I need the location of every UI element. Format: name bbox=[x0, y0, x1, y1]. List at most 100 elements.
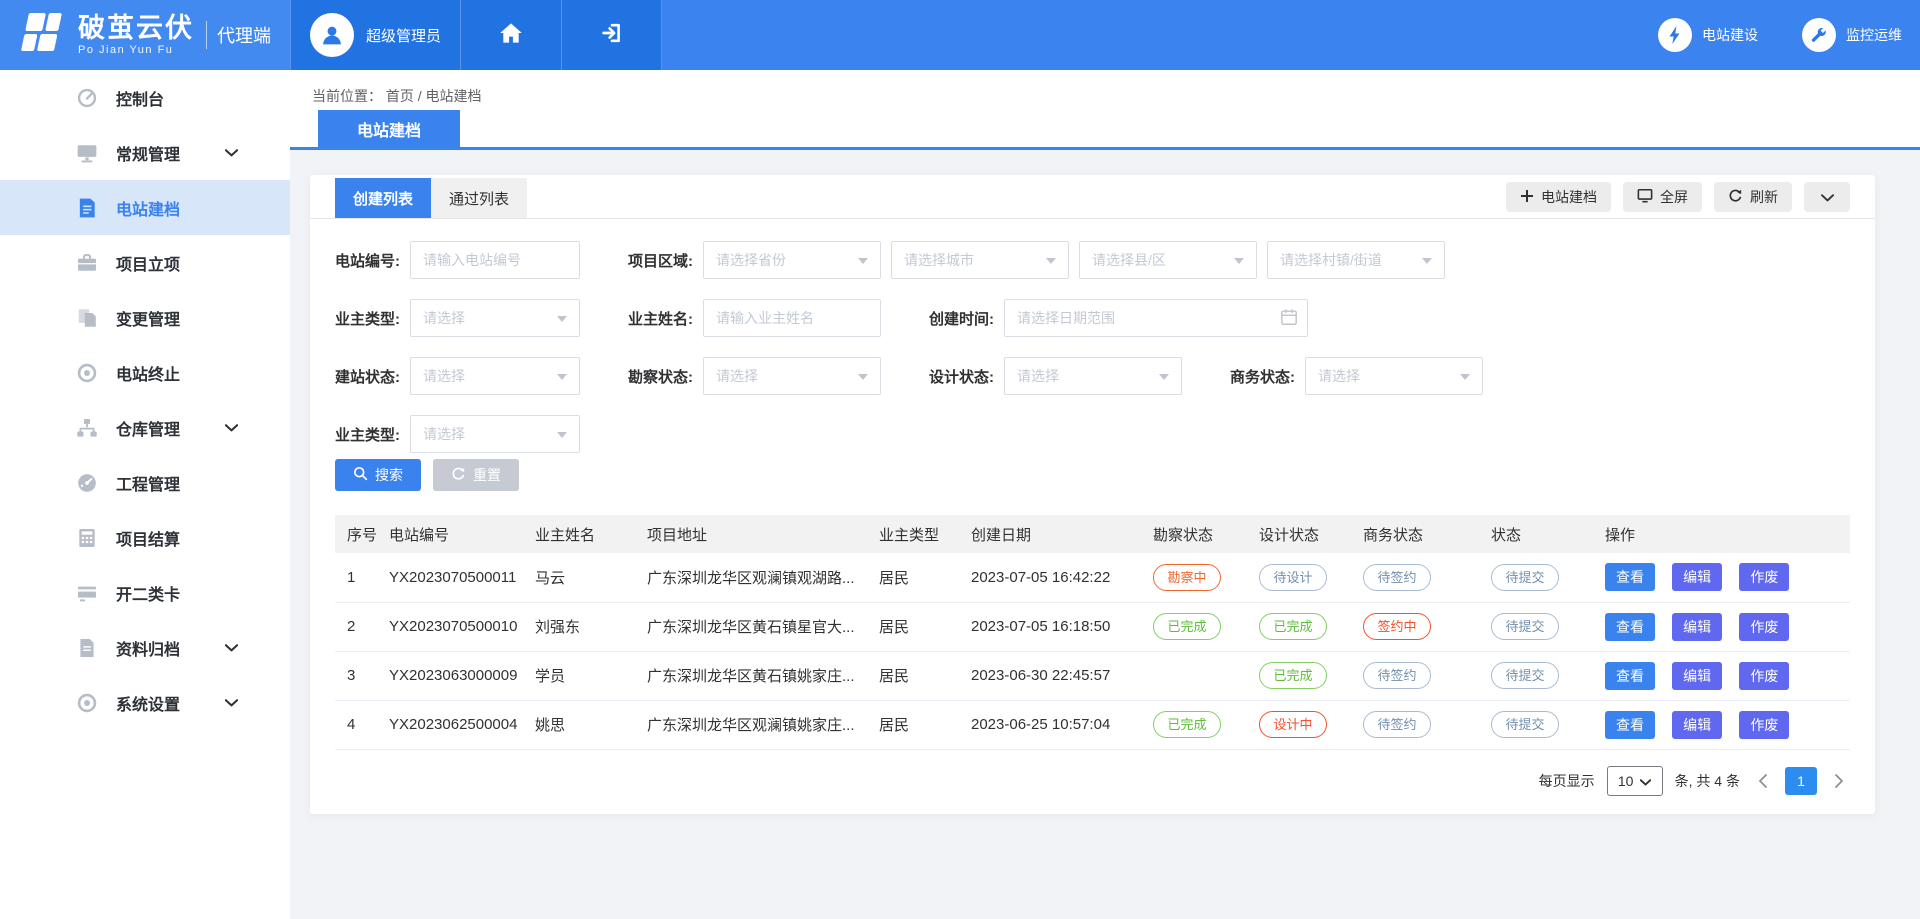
view-button[interactable]: 查看 bbox=[1605, 613, 1655, 641]
business-status-label: 商务状态: bbox=[1230, 366, 1295, 387]
caret-down-icon bbox=[1234, 251, 1244, 269]
sidebar-item-change-mgmt[interactable]: 变更管理 bbox=[0, 290, 290, 345]
caret-down-icon bbox=[858, 367, 868, 385]
sidebar-item-project-settlement[interactable]: 项目结算 bbox=[0, 510, 290, 565]
chevron-down-icon bbox=[225, 149, 238, 157]
sidebar-item-label: 电站建档 bbox=[116, 196, 180, 220]
page-tab-station-archive[interactable]: 电站建档 bbox=[318, 110, 460, 147]
dashboard-icon bbox=[74, 87, 100, 109]
caret-down-icon bbox=[1422, 251, 1432, 269]
col-address: 项目地址 bbox=[635, 515, 867, 553]
col-station-no: 电站编号 bbox=[377, 515, 523, 553]
col-status: 状态 bbox=[1479, 515, 1593, 553]
design-status-badge: 已完成 bbox=[1259, 662, 1327, 689]
toolbar-expand-button[interactable] bbox=[1804, 182, 1850, 212]
caret-down-icon bbox=[557, 367, 567, 385]
settings-icon bbox=[74, 692, 100, 714]
view-button[interactable]: 查看 bbox=[1605, 711, 1655, 739]
nav-monitor-ops[interactable]: 监控运维 bbox=[1802, 18, 1902, 52]
void-button[interactable]: 作废 bbox=[1739, 711, 1789, 739]
col-owner: 业主姓名 bbox=[523, 515, 635, 553]
header-nav: 电站建设 监控运维 bbox=[1658, 0, 1920, 70]
refresh-button[interactable]: 刷新 bbox=[1714, 182, 1792, 212]
view-button[interactable]: 查看 bbox=[1605, 662, 1655, 690]
sidebar-item-engineering-mgmt[interactable]: 工程管理 bbox=[0, 455, 290, 510]
owner-type2-select[interactable]: 请选择 bbox=[410, 415, 580, 453]
owner-name-label: 业主姓名: bbox=[628, 308, 693, 329]
province-select[interactable]: 请选择省份 bbox=[703, 241, 881, 279]
create-time-range-input[interactable] bbox=[1004, 299, 1308, 337]
town-select[interactable]: 请选择村镇/街道 bbox=[1267, 241, 1445, 279]
prev-page-button[interactable] bbox=[1752, 774, 1773, 788]
calendar-icon bbox=[1280, 308, 1298, 332]
station-no-input[interactable] bbox=[410, 241, 580, 279]
table-row: 3 YX2023063000009 学员 广东深圳龙华区黄石镇姚家庄... 居民… bbox=[335, 651, 1850, 700]
sidebar-item-class2-card[interactable]: 开二类卡 bbox=[0, 565, 290, 620]
reset-button[interactable]: 重置 bbox=[433, 459, 519, 491]
sidebar-item-warehouse-mgmt[interactable]: 仓库管理 bbox=[0, 400, 290, 455]
home-button[interactable] bbox=[460, 0, 561, 70]
col-design-status: 设计状态 bbox=[1247, 515, 1351, 553]
logout-button[interactable] bbox=[561, 0, 662, 70]
build-status-label: 建站状态: bbox=[335, 366, 400, 387]
business-status-badge: 待签约 bbox=[1363, 564, 1431, 591]
city-select[interactable]: 请选择城市 bbox=[891, 241, 1069, 279]
view-button[interactable]: 查看 bbox=[1605, 563, 1655, 591]
create-station-button[interactable]: 电站建档 bbox=[1506, 182, 1611, 212]
business-status-badge: 待签约 bbox=[1363, 711, 1431, 738]
business-status-select[interactable]: 请选择 bbox=[1305, 357, 1483, 395]
fullscreen-button[interactable]: 全屏 bbox=[1623, 182, 1702, 212]
copy-icon bbox=[74, 307, 100, 329]
owner-type-select[interactable]: 请选择 bbox=[410, 299, 580, 337]
survey-status-select[interactable]: 请选择 bbox=[703, 357, 881, 395]
current-page-button[interactable]: 1 bbox=[1785, 767, 1817, 795]
target-icon bbox=[74, 362, 100, 384]
survey-status-badge: 已完成 bbox=[1153, 711, 1221, 738]
col-index: 序号 bbox=[335, 515, 377, 553]
edit-button[interactable]: 编辑 bbox=[1672, 613, 1722, 641]
breadcrumb: 当前位置： 首页 / 电站建档 bbox=[290, 70, 1920, 106]
search-button[interactable]: 搜索 bbox=[335, 459, 421, 491]
tab-passed-list[interactable]: 通过列表 bbox=[431, 178, 527, 218]
business-status-badge: 待签约 bbox=[1363, 662, 1431, 689]
table-row: 2 YX2023070500010 刘强东 广东深圳龙华区黄石镇星官大... 居… bbox=[335, 602, 1850, 651]
district-select[interactable]: 请选择县/区 bbox=[1079, 241, 1257, 279]
sidebar-item-data-archive[interactable]: 资料归档 bbox=[0, 620, 290, 675]
nav-label: 监控运维 bbox=[1846, 25, 1902, 45]
sidebar-item-project-approval[interactable]: 项目立项 bbox=[0, 235, 290, 290]
void-button[interactable]: 作废 bbox=[1739, 613, 1789, 641]
caret-down-icon bbox=[1046, 251, 1056, 269]
table-header-row: 序号 电站编号 业主姓名 项目地址 业主类型 创建日期 勘察状态 设计状态 商务… bbox=[335, 515, 1850, 553]
build-status-select[interactable]: 请选择 bbox=[410, 357, 580, 395]
sidebar-item-label: 系统设置 bbox=[116, 691, 180, 715]
caret-down-icon bbox=[858, 251, 868, 269]
edit-button[interactable]: 编辑 bbox=[1672, 563, 1722, 591]
col-survey-status: 勘察状态 bbox=[1141, 515, 1247, 553]
col-actions: 操作 bbox=[1593, 515, 1850, 553]
owner-name-input[interactable] bbox=[703, 299, 881, 337]
nav-station-build[interactable]: 电站建设 bbox=[1658, 18, 1758, 52]
gauge-icon bbox=[74, 472, 100, 494]
station-table-wrap: 序号 电站编号 业主姓名 项目地址 业主类型 创建日期 勘察状态 设计状态 商务… bbox=[310, 491, 1875, 750]
design-status-select[interactable]: 请选择 bbox=[1004, 357, 1182, 395]
sidebar-item-general-mgmt[interactable]: 常规管理 bbox=[0, 125, 290, 180]
void-button[interactable]: 作废 bbox=[1739, 662, 1789, 690]
sidebar-item-station-termination[interactable]: 电站终止 bbox=[0, 345, 290, 400]
void-button[interactable]: 作废 bbox=[1739, 563, 1789, 591]
user-menu[interactable]: 超级管理员 bbox=[290, 0, 460, 70]
next-page-button[interactable] bbox=[1829, 774, 1850, 788]
edit-button[interactable]: 编辑 bbox=[1672, 662, 1722, 690]
sidebar-item-system-settings[interactable]: 系统设置 bbox=[0, 675, 290, 730]
sidebar-item-station-archive[interactable]: 电站建档 bbox=[0, 180, 290, 235]
sidebar-item-console[interactable]: 控制台 bbox=[0, 70, 290, 125]
tab-create-list[interactable]: 创建列表 bbox=[335, 178, 431, 218]
status-badge: 待提交 bbox=[1491, 613, 1559, 640]
fullscreen-icon bbox=[1637, 188, 1653, 206]
edit-button[interactable]: 编辑 bbox=[1672, 711, 1722, 739]
page-size-select[interactable]: 10 bbox=[1607, 766, 1663, 796]
sidebar-item-label: 资料归档 bbox=[116, 636, 180, 660]
filter-form: 电站编号: 项目区域: 请选择省份 请选择城市 请选择县/区 bbox=[310, 219, 1875, 453]
lightning-icon bbox=[1658, 18, 1692, 52]
sidebar-item-label: 电站终止 bbox=[116, 361, 180, 385]
logo-icon bbox=[20, 13, 66, 58]
